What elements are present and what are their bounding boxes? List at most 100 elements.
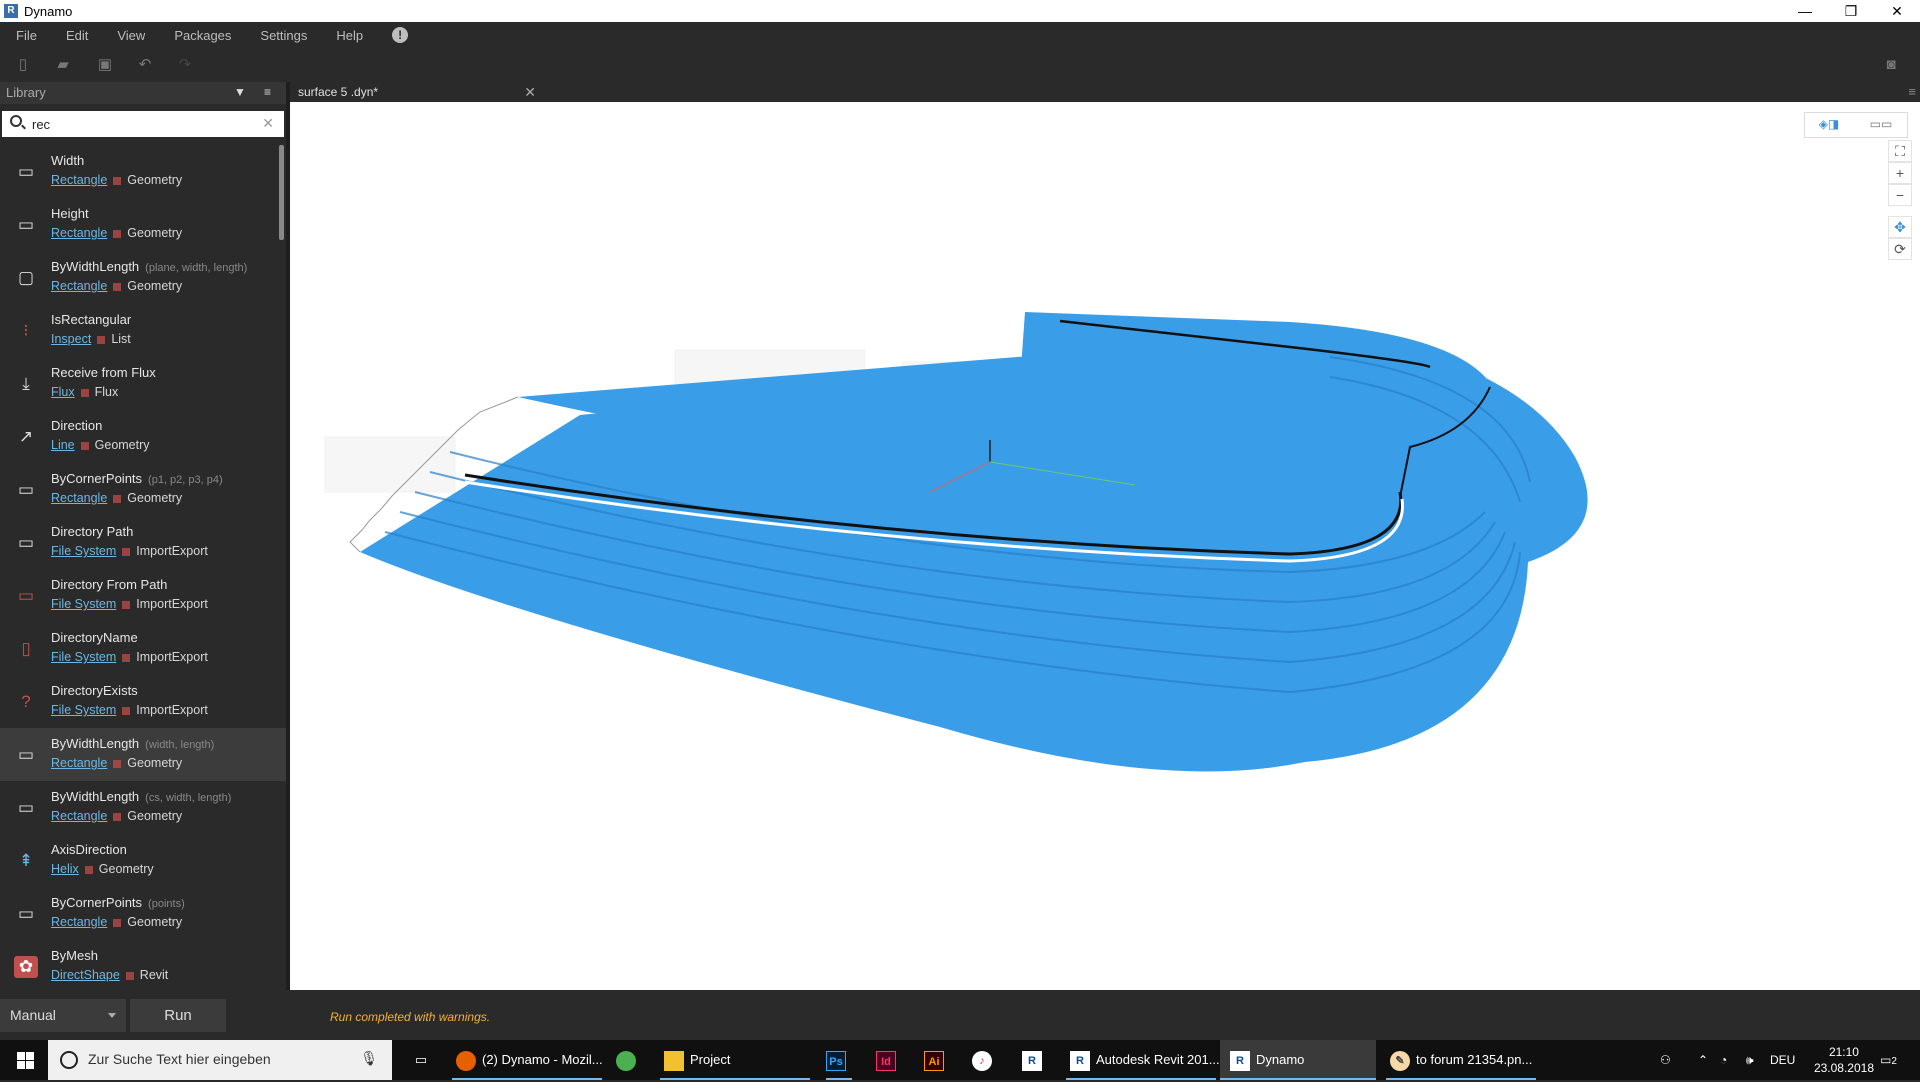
zoom-out-icon[interactable]: −	[1888, 184, 1912, 206]
item-category-link[interactable]: DirectShape	[51, 968, 120, 982]
window-titlebar: R Dynamo — ❐ ✕	[0, 0, 1920, 22]
item-category-link[interactable]: File System	[51, 703, 116, 717]
taskbar-app-illustrator[interactable]: Ai	[924, 1040, 950, 1080]
item-name: Directory From Path	[51, 577, 168, 592]
open-file-icon[interactable]: ▰	[54, 56, 72, 74]
library-item-bycornerpoints[interactable]: ▭ ByCornerPoints (p1, p2, p3, p4) Rectangle…	[0, 463, 286, 516]
item-params: (plane, width, length)	[145, 262, 248, 274]
taskbar-app-itunes[interactable]: ♪	[972, 1040, 998, 1080]
search-icon	[10, 115, 22, 127]
taskbar-app-revit[interactable]: R	[1022, 1040, 1048, 1080]
info-icon[interactable]: !	[392, 27, 409, 43]
language-indicator[interactable]: DEU	[1770, 1040, 1795, 1080]
category-separator-icon	[113, 918, 122, 927]
library-item-axisdirection[interactable]: ⇞ AxisDirection Helix Geometry	[0, 834, 286, 887]
library-item-bymesh[interactable]: ✿ ByMesh DirectShape Revit	[0, 940, 286, 985]
library-item-bywidthlength-cs[interactable]: ▭ ByWidthLength (cs, width, length) Rectang…	[0, 781, 286, 834]
people-icon[interactable]: ⚇	[1660, 1040, 1671, 1080]
taskbar-app-paint[interactable]: ✎ to forum 21354.pn...	[1386, 1040, 1536, 1080]
run-button[interactable]: Run	[130, 999, 226, 1032]
menu-settings[interactable]: Settings	[260, 28, 307, 43]
menu-view[interactable]: View	[117, 28, 145, 43]
taskbar-app-dynamo[interactable]: R Dynamo	[1220, 1040, 1376, 1080]
item-category-link[interactable]: Flux	[51, 385, 75, 399]
tab-menu-icon[interactable]: ≡	[1908, 84, 1916, 99]
library-item-direction[interactable]: ↗ Direction Line Geometry	[0, 410, 286, 463]
volume-icon[interactable]: 🕪	[1746, 1040, 1754, 1080]
library-item-isrectangular[interactable]: ⁝ IsRectangular Inspect List	[0, 304, 286, 357]
restore-button[interactable]: ❐	[1828, 0, 1874, 22]
tray-chevron-icon[interactable]: ⌃	[1698, 1040, 1708, 1080]
filter-icon[interactable]: ▼	[234, 85, 246, 99]
item-category-link[interactable]: Rectangle	[51, 809, 107, 823]
window-title: Dynamo	[24, 3, 73, 19]
menu-help[interactable]: Help	[336, 28, 363, 43]
library-item-bywidthlength-plane[interactable]: ▢ ByWidthLength (plane, width, length) Rect…	[0, 251, 286, 304]
item-category-link[interactable]: File System	[51, 597, 116, 611]
item-category-link[interactable]: Inspect	[51, 332, 91, 346]
zoom-in-icon[interactable]: +	[1888, 162, 1912, 184]
library-item-directory-path[interactable]: ▭ Directory Path File System ImportExport	[0, 516, 286, 569]
library-item-directoryname[interactable]: ▯ DirectoryName File System ImportExport	[0, 622, 286, 675]
notification-center-icon[interactable]: ▭2	[1880, 1040, 1897, 1080]
library-item-bycornerpoints-points[interactable]: ▭ ByCornerPoints (points) Rectangle Geometry	[0, 887, 286, 940]
geometry-view-icon[interactable]: ◈◨	[1811, 117, 1847, 133]
tab-surface-5[interactable]: surface 5 .dyn* ✕	[290, 82, 540, 102]
item-params: (p1, p2, p3, p4)	[148, 474, 223, 486]
library-search-input[interactable]	[32, 115, 252, 133]
item-category-link[interactable]: Line	[51, 438, 75, 452]
item-category-link[interactable]: Rectangle	[51, 756, 107, 770]
category-separator-icon	[122, 653, 131, 662]
library-scrollbar[interactable]	[279, 145, 284, 240]
library-item-width[interactable]: ▭ Width Rectangle Geometry	[0, 145, 286, 198]
item-name: DirectoryExists	[51, 683, 138, 698]
workspace-canvas[interactable]: ◈◨ ▭▭ ⛶ + − ✥ ⟳	[290, 102, 1920, 990]
pan-icon[interactable]: ✥	[1888, 216, 1912, 238]
library-item-bywidthlength-hover[interactable]: ▭ ByWidthLength (width, length) Rectangle Ge…	[0, 728, 286, 781]
item-category-link[interactable]: Rectangle	[51, 915, 107, 929]
item-category-link[interactable]: Rectangle	[51, 226, 107, 240]
close-tab-icon[interactable]: ✕	[524, 84, 536, 101]
orbit-icon[interactable]: ⟳	[1888, 238, 1912, 260]
menu-file[interactable]: File	[16, 28, 37, 43]
taskbar-app-autodesk-revit[interactable]: R Autodesk Revit 201...	[1066, 1040, 1220, 1080]
microphone-icon[interactable]: 🎙	[360, 1050, 378, 1067]
start-button[interactable]	[0, 1040, 48, 1080]
layout-icon[interactable]: ≡	[264, 85, 271, 99]
item-category-link[interactable]: Rectangle	[51, 279, 107, 293]
taskbar-app-firefox[interactable]: (2) Dynamo - Mozil...	[452, 1040, 603, 1080]
item-category-link[interactable]: File System	[51, 650, 116, 664]
item-category-link[interactable]: File System	[51, 544, 116, 558]
zoom-fit-icon[interactable]: ⛶	[1888, 140, 1912, 162]
menu-packages[interactable]: Packages	[174, 28, 231, 43]
item-name: AxisDirection	[51, 842, 127, 857]
item-category-link[interactable]: Helix	[51, 862, 79, 876]
minimize-button[interactable]: —	[1782, 0, 1828, 22]
save-icon[interactable]: ▣	[96, 56, 114, 74]
taskbar-clock[interactable]: 21:10 23.08.2018	[1814, 1044, 1874, 1076]
category-separator-icon	[122, 600, 131, 609]
run-mode-select[interactable]: Manual	[0, 999, 126, 1032]
close-window-button[interactable]: ✕	[1874, 0, 1920, 22]
taskbar-app-chrome[interactable]	[612, 1040, 646, 1080]
redo-icon[interactable]: ↷	[176, 56, 194, 74]
taskbar-search[interactable]: Zur Suche Text hier eingeben 🎙	[48, 1040, 392, 1080]
graph-view-icon[interactable]: ▭▭	[1863, 117, 1899, 133]
task-view-icon[interactable]: ▭	[404, 1040, 438, 1080]
network-icon[interactable]: ◔	[1720, 1040, 1727, 1080]
undo-icon[interactable]: ↶	[136, 56, 154, 74]
library-item-directoryexists[interactable]: ? DirectoryExists File System ImportExport	[0, 675, 286, 728]
library-item-directory-from-path[interactable]: ▭ Directory From Path File System ImportExp…	[0, 569, 286, 622]
clear-search-icon[interactable]: ✕	[262, 115, 274, 132]
taskbar-app-explorer[interactable]: Project	[660, 1040, 810, 1080]
taskbar-app-photoshop[interactable]: Ps	[826, 1040, 852, 1080]
taskbar-app-indesign[interactable]: Id	[876, 1040, 902, 1080]
menu-edit[interactable]: Edit	[66, 28, 88, 43]
library-item-receive-from-flux[interactable]: ⤓ Receive from Flux Flux Flux	[0, 357, 286, 410]
item-category-link[interactable]: Rectangle	[51, 173, 107, 187]
item-category-link[interactable]: Rectangle	[51, 491, 107, 505]
new-file-icon[interactable]: ▯	[14, 56, 32, 74]
library-item-height[interactable]: ▭ Height Rectangle Geometry	[0, 198, 286, 251]
library-results-list: ▭ Width Rectangle Geometry ▭ Height Rectangle…	[0, 145, 286, 985]
camera-icon[interactable]: ◙	[1882, 56, 1900, 74]
